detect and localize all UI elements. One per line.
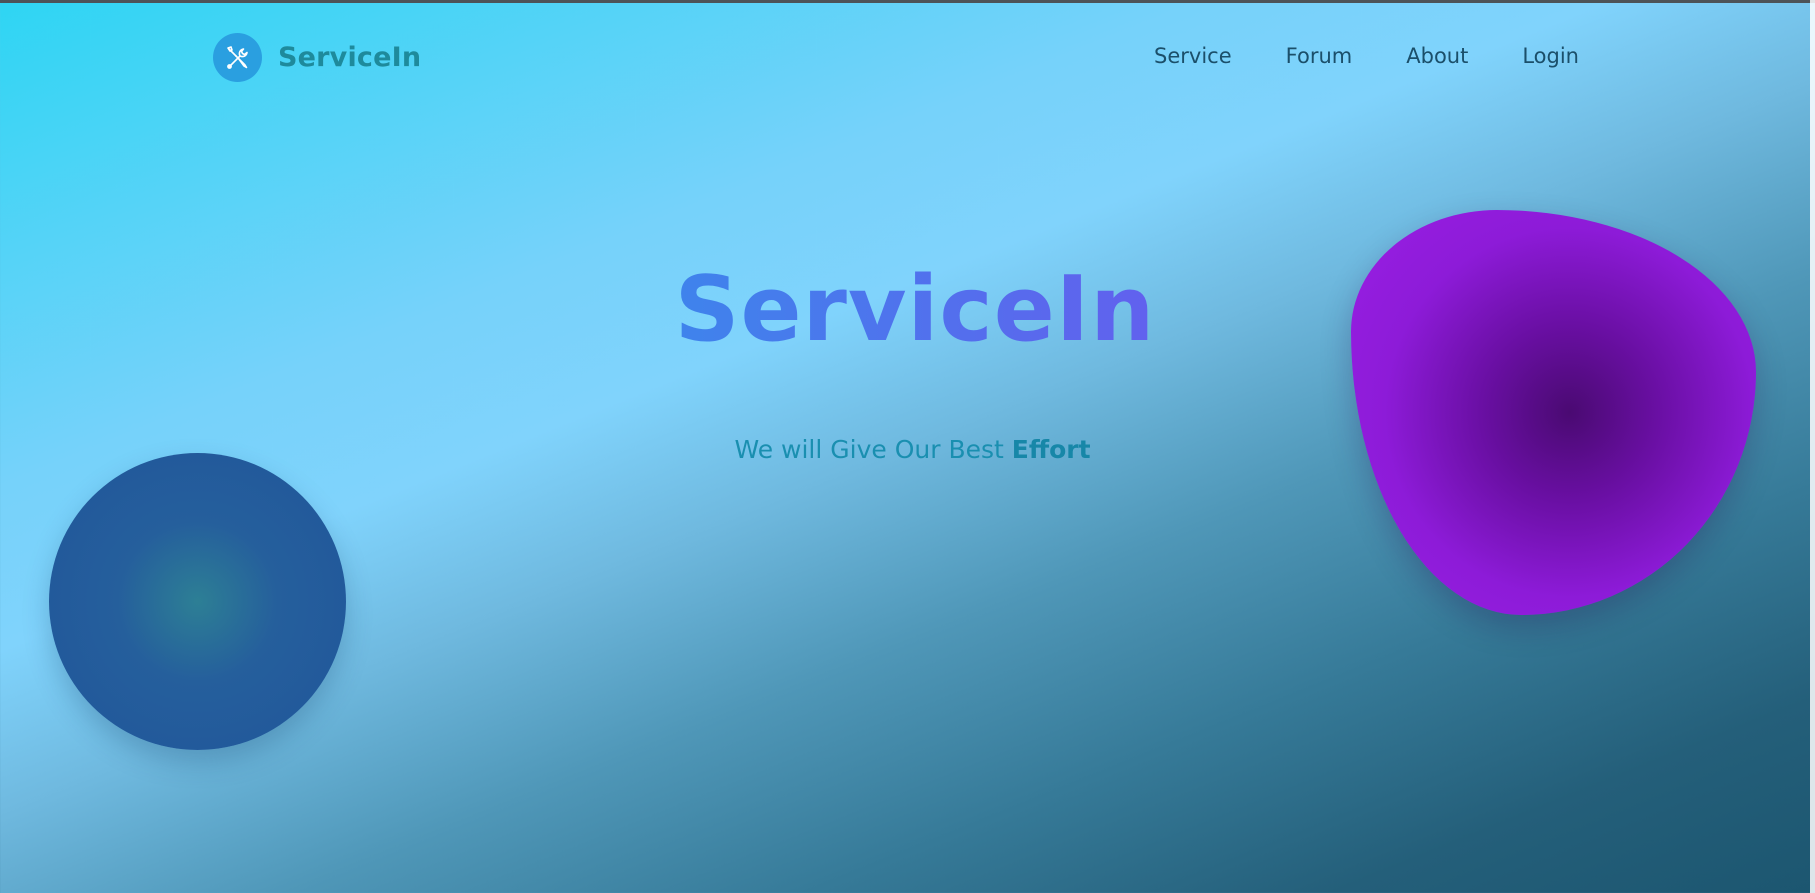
hero-subtitle-emphasis: Effort [1011,435,1091,464]
nav-links: Service Forum About Login [1154,44,1579,68]
hero-title: ServiceIn [0,265,1815,355]
hero-subtitle: We will Give Our Best Effort [0,435,1815,464]
nav-link-forum[interactable]: Forum [1286,44,1353,68]
nav-link-about[interactable]: About [1406,44,1468,68]
decorative-circle-blob [49,453,346,750]
brand-name: ServiceIn [278,42,422,73]
nav-link-service[interactable]: Service [1154,44,1232,68]
brand-home-link[interactable]: ServiceIn [213,33,421,82]
tools-icon [213,33,262,82]
hero-subtitle-text: We will Give Our Best [734,435,1012,464]
nav-link-login[interactable]: Login [1522,44,1579,68]
navbar: ServiceIn Service Forum About Login [0,0,1815,116]
